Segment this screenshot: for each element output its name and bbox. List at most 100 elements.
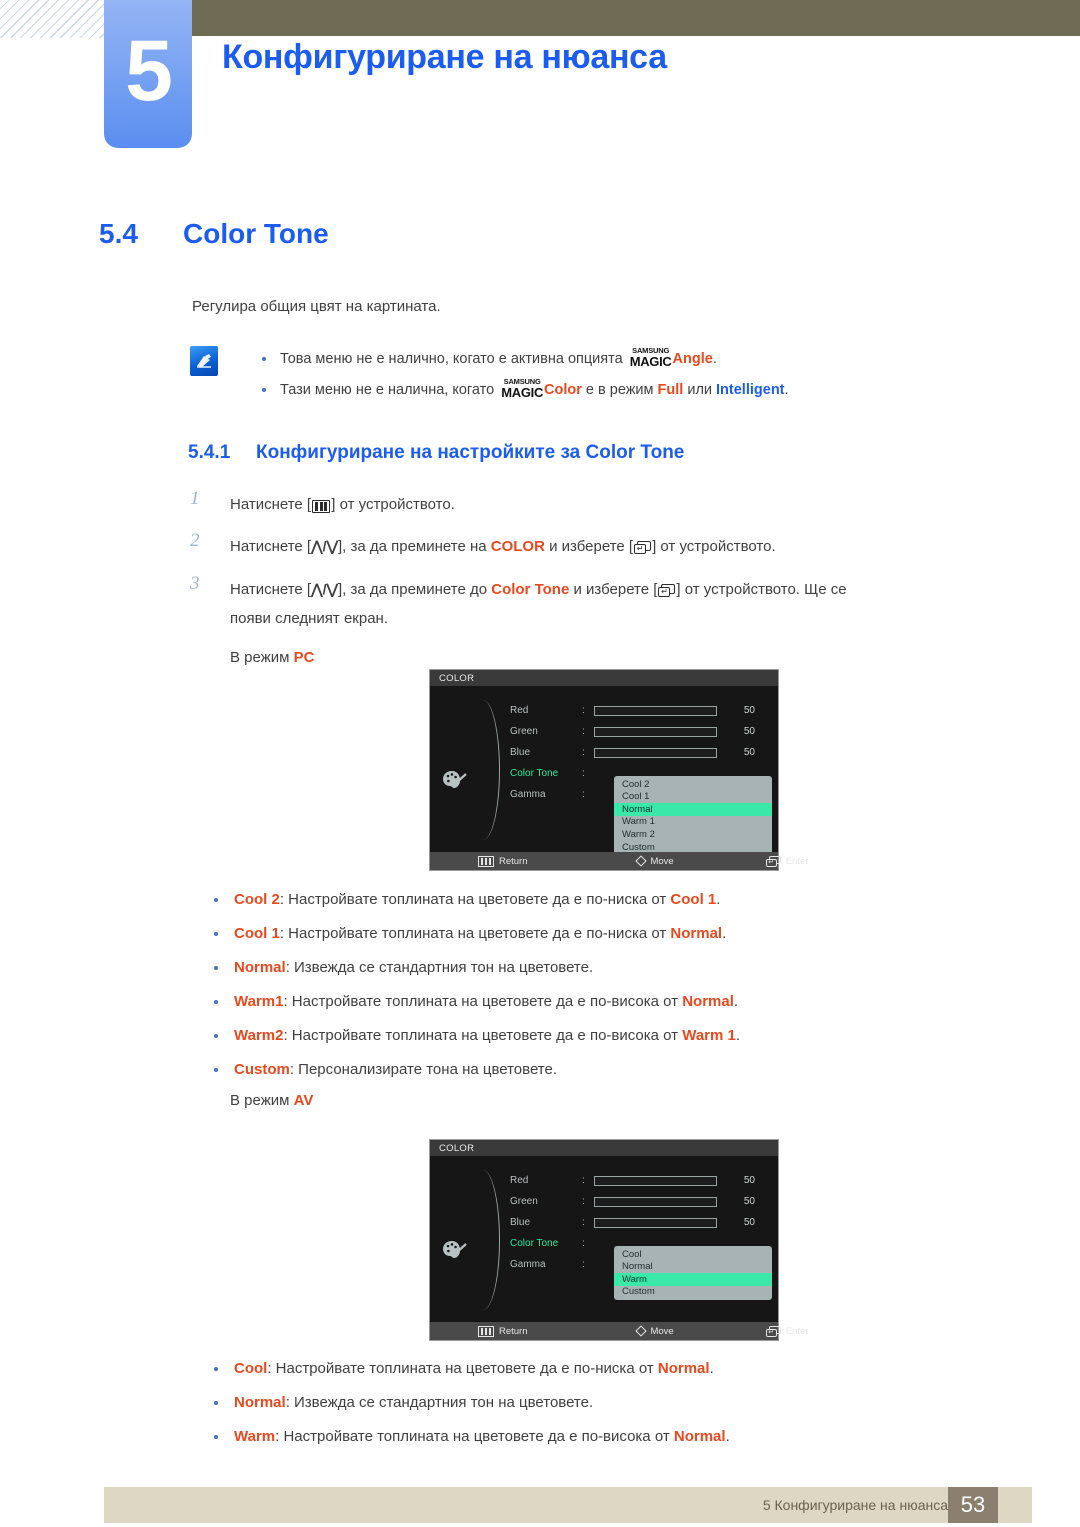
osd-av-footer-enter-label: Enter (785, 1325, 809, 1337)
osd-colon: : (582, 789, 585, 800)
osd-pc-slider-blue (594, 747, 717, 758)
av-desc-warm-term: Warm (234, 1428, 276, 1445)
osd-pc-footer-move: Move (635, 855, 674, 867)
osd-pc-body: Red : 50 Green : 50 Blue : 50 Color Tone… (430, 686, 778, 856)
osd-colon: : (582, 747, 585, 758)
osd-arc-decoration (466, 1170, 500, 1310)
note-2-option-full: Full (657, 382, 684, 398)
osd-av-footer-return-label: Return (498, 1325, 528, 1337)
osd-colon: : (582, 1175, 585, 1186)
step-1-a: Натиснете [ (230, 496, 312, 513)
pc-description-list: Cool 2: Настройвате топлината на цветове… (200, 883, 960, 1087)
samsung-magic-logo: SAMSUNG MAGIC (629, 345, 672, 369)
osd-av-slider-green (594, 1196, 717, 1207)
osd-av-option-normal[interactable]: Normal (614, 1261, 772, 1274)
osd-av-footer-enter: ↵ Enter (765, 1325, 809, 1337)
osd-pc-footer-return-label: Return (498, 855, 528, 867)
osd-av-body: Red : 50 Green : 50 Blue : 50 Color Tone… (430, 1156, 778, 1322)
bullet-dot (214, 1068, 218, 1072)
pc-desc-custom-text: : Персонализирате тона на цветовете. (289, 1061, 558, 1078)
samsung-magic-top: SAMSUNG (632, 345, 670, 355)
osd-av-footer-return: Return (478, 1325, 528, 1337)
step-3: 3 Натиснете [⋀/⋁], за да преминете до Co… (190, 573, 950, 667)
pc-desc-warm2: Warm2: Настройвате топлината на цветовет… (200, 1019, 960, 1053)
chapter-tab: 5 (104, 0, 192, 148)
osd-av-option-warm[interactable]: Warm (614, 1273, 772, 1286)
pc-desc-warm2-end: . (735, 1027, 741, 1044)
pc-desc-cool2-ref: Cool 1 (670, 891, 717, 908)
section-number: 5.4 (99, 218, 138, 249)
step-2-d: ] от устройството. (652, 538, 776, 556)
enter-icon: ↵ (634, 541, 652, 555)
osd-pc-option-warm2[interactable]: Warm 2 (614, 828, 772, 841)
av-desc-cool-term: Cool (234, 1360, 268, 1377)
pc-desc-normal-term: Normal (234, 959, 286, 976)
enter-icon: ↵ (765, 1325, 781, 1337)
osd-pc-label-blue: Blue (510, 747, 531, 758)
osd-colon: : (582, 726, 585, 737)
note-2-post: . (784, 382, 789, 398)
chapter-title: Конфигуриране на нюанса (222, 38, 667, 76)
section-intro: Регулира общия цвят на картината. (192, 298, 441, 315)
pc-desc-cool1: Cool 1: Настройвате топлината на цветове… (200, 917, 960, 951)
pc-desc-custom: Custom: Персонализирате тона на цветовет… (200, 1053, 960, 1087)
osd-pc-value-red: 50 (743, 705, 755, 716)
osd-pc-option-normal[interactable]: Normal (614, 803, 772, 816)
samsung-magic-logo: SAMSUNG MAGIC (501, 377, 544, 400)
osd-pc-title: COLOR (430, 670, 778, 686)
step-3-c: и изберете [ (569, 580, 658, 598)
note-list: Това меню не е налично, когато е активна… (250, 344, 950, 406)
osd-colon: : (582, 705, 585, 716)
osd-pc-row-red: Red : 50 (510, 700, 772, 721)
note-2-conj: или (683, 382, 717, 398)
note-item-1: Това меню не е налично, когато е активна… (250, 344, 950, 375)
osd-pc-row-green: Green : 50 (510, 721, 772, 742)
step-3-line2: появи следният екран. (230, 609, 388, 627)
diamond-icon (635, 855, 648, 867)
osd-pc-slider-green (594, 726, 717, 737)
osd-av-label-gamma: Gamma (510, 1259, 546, 1270)
note-pen-icon (190, 346, 218, 376)
osd-pc-option-warm1[interactable]: Warm 1 (614, 816, 772, 829)
osd-pc-value-green: 50 (743, 726, 755, 737)
enter-icon: ↵ (765, 855, 781, 867)
osd-pc-slider-red (594, 705, 717, 716)
samsung-magic-bottom: MAGIC (629, 354, 672, 369)
mode-pc-line: В режим PC (230, 649, 950, 666)
step-2-a: Натиснете [ (230, 538, 312, 556)
section-title: Color Tone (183, 218, 329, 249)
osd-av-option-custom[interactable]: Custom (614, 1286, 772, 1299)
pc-desc-normal-text: : Извежда се стандартния тон на цветовет… (285, 959, 594, 976)
enter-icon: ↵ (658, 583, 676, 597)
footer-text: 5 Конфигуриране на нюанса (762, 1497, 948, 1513)
osd-av-label-red: Red (510, 1175, 529, 1186)
section-heading: 5.4 Color Tone (99, 218, 329, 250)
osd-pc-option-cool1[interactable]: Cool 1 (614, 791, 772, 804)
osd-av-slider-red (594, 1175, 717, 1186)
osd-pc-dropdown[interactable]: Cool 2 Cool 1 Normal Warm 1 Warm 2 Custo… (614, 776, 772, 856)
av-desc-cool-ref: Normal (657, 1360, 710, 1377)
pc-desc-cool2: Cool 2: Настройвате топлината на цветове… (200, 883, 960, 917)
note-2-highlight: Color (544, 382, 582, 398)
osd-colon: : (582, 1238, 585, 1249)
osd-pc-row-blue: Blue : 50 (510, 742, 772, 763)
pc-desc-cool1-text: : Настройвате топлината на цветовете да … (279, 925, 671, 942)
mode-av-label: AV (293, 1092, 314, 1109)
av-desc-warm-ref: Normal (673, 1428, 726, 1445)
av-description-list: Cool: Настройвате топлината на цветовете… (200, 1352, 960, 1454)
bullet-dot (214, 932, 218, 936)
subsection-heading: 5.4.1 Конфигуриране на настройките за Co… (188, 442, 684, 464)
note-1-pre: Това меню не е налично, когато е активна… (280, 351, 627, 367)
page-number-badge: 53 (948, 1487, 998, 1523)
osd-av-dropdown[interactable]: Cool Normal Warm Custom (614, 1246, 772, 1301)
menu-icon (478, 855, 494, 867)
step-1-b: ] от устройството. (331, 496, 455, 513)
av-desc-warm-end: . (725, 1428, 730, 1445)
osd-screenshot-pc: COLOR Red : 50 Green: 50 Blue: 50 Colo… (429, 669, 808, 871)
osd-av-value-red: 50 (743, 1175, 755, 1186)
samsung-magic-bottom: MAGIC (501, 385, 544, 400)
osd-av-option-cool[interactable]: Cool (614, 1248, 772, 1261)
osd-pc-option-cool2[interactable]: Cool 2 (614, 778, 772, 791)
pc-desc-warm1: Warm1: Настройвате топлината на цветовет… (200, 985, 960, 1019)
pc-desc-warm1-term: Warm1 (234, 993, 284, 1010)
